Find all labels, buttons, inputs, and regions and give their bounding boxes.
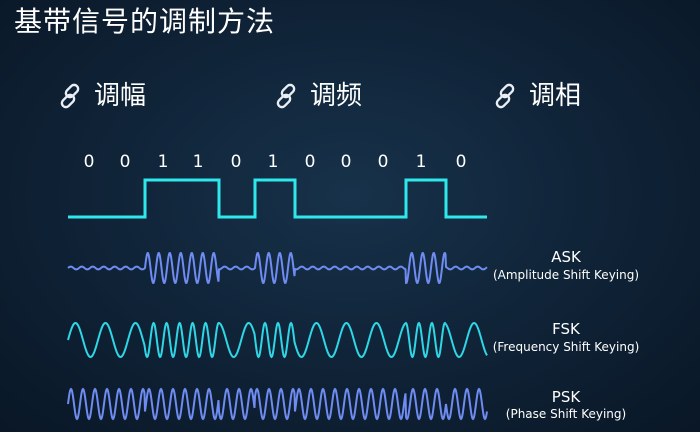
bit-value: 0 <box>378 152 389 172</box>
fsk-description: (Frequency Shift Keying) <box>493 340 640 354</box>
bit-sequence: 0 0 1 1 0 1 0 0 0 1 0 <box>84 152 467 172</box>
bit-value: 0 <box>305 152 316 172</box>
bit-value: 1 <box>158 152 169 172</box>
bit-value: 0 <box>456 152 467 172</box>
bit-value: 0 <box>341 152 352 172</box>
fsk-label: FSK <box>552 320 581 338</box>
bit-value: 1 <box>416 152 427 172</box>
ask-description: (Amplitude Shift Keying) <box>493 268 639 282</box>
bit-value: 0 <box>84 152 95 172</box>
psk-label: PSK <box>552 388 582 406</box>
bit-value: 0 <box>231 152 242 172</box>
psk-description: (Phase Shift Keying) <box>506 407 626 421</box>
fsk-waveform <box>67 321 488 359</box>
bit-value: 1 <box>268 152 279 172</box>
bit-value: 0 <box>120 152 131 172</box>
ask-waveform <box>67 252 488 284</box>
psk-waveform <box>67 387 488 421</box>
modulation-diagram: 0 0 1 1 0 1 0 0 0 1 0 ASK (Amplitude Shift Keying)… <box>67 152 640 421</box>
digital-signal-waveform <box>68 178 487 219</box>
bit-value: 1 <box>193 152 204 172</box>
ask-label: ASK <box>551 248 582 266</box>
